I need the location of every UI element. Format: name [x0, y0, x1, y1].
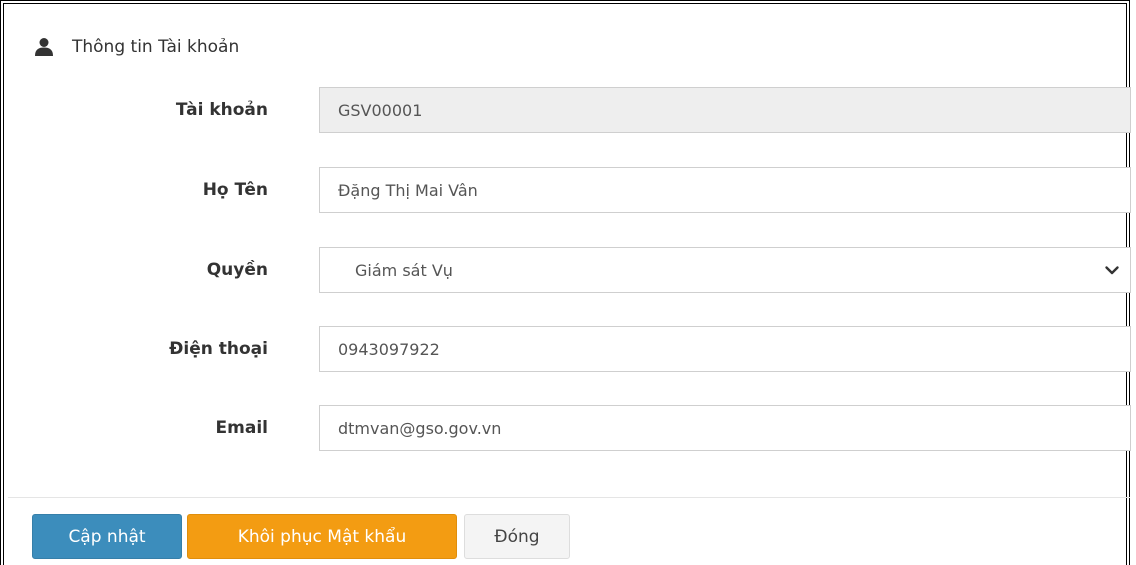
phone-label: Điện thoại	[169, 339, 268, 359]
account-row: Tài khoản GSV00001	[4, 87, 1134, 135]
account-label: Tài khoản	[175, 100, 268, 120]
dialog-title: Thông tin Tài khoản	[72, 37, 240, 57]
fullname-label: Họ Tên	[202, 180, 268, 200]
email-input[interactable]: dtmvan@gso.gov.vn	[319, 405, 1131, 451]
close-button[interactable]: Đóng	[464, 514, 570, 559]
role-selected-value: Giám sát Vụ	[355, 260, 453, 280]
phone-input[interactable]: 0943097922	[319, 326, 1131, 372]
role-row: Quyền Giám sát Vụ	[4, 247, 1134, 295]
phone-row: Điện thoại 0943097922	[4, 326, 1134, 374]
role-label: Quyền	[206, 260, 268, 280]
update-button[interactable]: Cập nhật	[32, 514, 182, 559]
fullname-input[interactable]: Đặng Thị Mai Vân	[319, 167, 1131, 213]
chevron-down-icon	[1104, 262, 1120, 278]
reset-password-button[interactable]: Khôi phục Mật khẩu	[187, 514, 457, 559]
role-select[interactable]: Giám sát Vụ	[319, 247, 1131, 293]
account-info-dialog: Thông tin Tài khoản Tài khoản GSV00001 H…	[0, 0, 1131, 565]
dialog-header: Thông tin Tài khoản	[34, 32, 239, 62]
user-icon	[34, 36, 56, 58]
email-row: Email dtmvan@gso.gov.vn	[4, 405, 1134, 453]
email-label: Email	[215, 418, 268, 438]
account-input[interactable]: GSV00001	[319, 87, 1131, 133]
fullname-row: Họ Tên Đặng Thị Mai Vân	[4, 167, 1134, 215]
footer-divider	[8, 497, 1130, 498]
